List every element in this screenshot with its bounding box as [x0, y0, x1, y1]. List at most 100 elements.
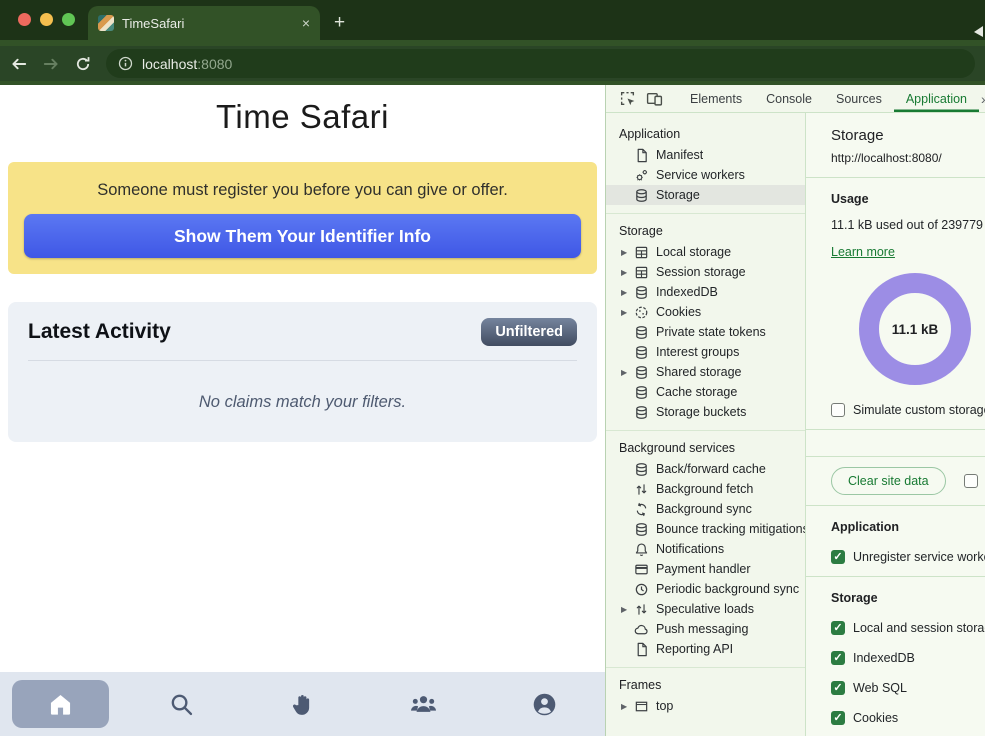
- sidebar-item-shared-storage[interactable]: ▶ Shared storage: [606, 362, 805, 382]
- sidebar-item-periodic-background-sync[interactable]: ▶ Periodic background sync: [606, 579, 805, 599]
- nav-contacts[interactable]: [363, 672, 484, 736]
- home-icon: [47, 691, 74, 718]
- browser-tab[interactable]: TimeSafari ×: [88, 6, 320, 40]
- payment-card-icon: [634, 562, 649, 577]
- sidebar-item-interest-groups[interactable]: ▶ Interest groups: [606, 342, 805, 362]
- unfiltered-button[interactable]: Unfiltered: [481, 318, 577, 346]
- local-session-storage-row: ✓ Local and session storage: [831, 621, 985, 635]
- sidebar-item-indexeddb[interactable]: ▶ IndexedDB: [606, 282, 805, 302]
- nav-profile[interactable]: [484, 672, 605, 736]
- tab-application[interactable]: Application: [894, 85, 979, 112]
- third-party-cookies-checkbox[interactable]: [964, 474, 978, 488]
- sidebar-section-background-services: Background services: [606, 437, 805, 459]
- nav-search[interactable]: [121, 672, 242, 736]
- card-divider: [28, 360, 577, 361]
- new-tab-button[interactable]: +: [334, 12, 345, 34]
- database-icon: [634, 462, 649, 477]
- sidebar-item-background-sync[interactable]: ▶ Background sync: [606, 499, 805, 519]
- minimize-window-button[interactable]: [40, 13, 53, 26]
- section-divider: [606, 667, 805, 668]
- unregister-service-workers-checkbox[interactable]: ✓: [831, 550, 845, 564]
- site-info-icon[interactable]: [118, 56, 133, 71]
- inspect-element-icon[interactable]: [619, 90, 636, 107]
- sidebar-item-bounce-tracking-mitigations[interactable]: ▶ Bounce tracking mitigations: [606, 519, 805, 539]
- expander-icon[interactable]: ▶: [621, 248, 634, 257]
- application-clear-section: Application ✓ Unregister service workers: [806, 506, 985, 576]
- cookies-checkbox[interactable]: ✓: [831, 711, 845, 725]
- local-session-storage-checkbox[interactable]: ✓: [831, 621, 845, 635]
- search-icon: [168, 691, 195, 718]
- address-bar[interactable]: localhost:8080: [106, 49, 975, 78]
- application-section-heading: Application: [831, 520, 985, 534]
- sidebar-item-back-forward-cache[interactable]: ▶ Back/forward cache: [606, 459, 805, 479]
- sidebar-item-storage[interactable]: ▶ Storage: [606, 185, 805, 205]
- usage-text: 11.1 kB used out of 239779 MB: [831, 218, 985, 232]
- devtools-main-panel: Storage http://localhost:8080/ Usage 11.…: [806, 113, 985, 736]
- sidebar-item-notifications[interactable]: ▶ Notifications: [606, 539, 805, 559]
- sidebar-item-storage-buckets[interactable]: ▶ Storage buckets: [606, 402, 805, 422]
- usage-heading: Usage: [831, 192, 985, 206]
- alert-message: Someone must register you before you can…: [24, 181, 581, 200]
- nav-home[interactable]: [0, 672, 121, 736]
- sync-arrows-icon: [634, 502, 649, 517]
- expander-icon[interactable]: ▶: [621, 308, 634, 317]
- table-icon: [634, 245, 649, 260]
- latest-activity-card: Latest Activity Unfiltered No claims mat…: [8, 302, 597, 442]
- up-down-arrows-icon: [634, 482, 649, 497]
- close-window-button[interactable]: [18, 13, 31, 26]
- sidebar-item-reporting-api[interactable]: ▶ Reporting API: [606, 639, 805, 659]
- clear-site-data-button[interactable]: Clear site data: [831, 467, 946, 495]
- sidebar-item-background-fetch[interactable]: ▶ Background fetch: [606, 479, 805, 499]
- tab-elements[interactable]: Elements: [678, 85, 754, 112]
- devtools-tab-bar: Elements Console Sources Application »: [606, 85, 985, 113]
- sidebar-item-speculative-loads[interactable]: ▶ Speculative loads: [606, 599, 805, 619]
- database-icon: [634, 405, 649, 420]
- database-icon: [634, 325, 649, 340]
- reload-icon[interactable]: [74, 55, 92, 73]
- sidebar-item-private-state-tokens[interactable]: ▶ Private state tokens: [606, 322, 805, 342]
- storage-pane-header: Storage http://localhost:8080/: [806, 113, 985, 178]
- unregister-service-workers-row: ✓ Unregister service workers: [831, 550, 985, 564]
- tab-sources[interactable]: Sources: [824, 85, 894, 112]
- zoom-window-button[interactable]: [62, 13, 75, 26]
- sidebar-item-payment-handler[interactable]: ▶ Payment handler: [606, 559, 805, 579]
- expander-icon[interactable]: ▶: [621, 288, 634, 297]
- more-tabs-icon[interactable]: »: [981, 91, 985, 107]
- usage-donut-chart: 11.1 kB: [859, 273, 971, 385]
- section-divider: [606, 213, 805, 214]
- database-icon: [634, 188, 649, 203]
- expander-icon[interactable]: ▶: [621, 702, 634, 711]
- forward-icon[interactable]: [42, 55, 60, 73]
- device-toolbar-icon[interactable]: [646, 90, 663, 107]
- tab-console[interactable]: Console: [754, 85, 824, 112]
- sidebar-item-cookies[interactable]: ▶ Cookies: [606, 302, 805, 322]
- sidebar-item-top-frame[interactable]: ▶ top: [606, 696, 805, 716]
- sidebar-item-push-messaging[interactable]: ▶ Push messaging: [606, 619, 805, 639]
- browser-toolbar: localhost:8080: [0, 40, 985, 85]
- storage-section-heading: Storage: [831, 591, 985, 605]
- learn-more-link[interactable]: Learn more: [831, 245, 895, 259]
- clock-icon: [634, 582, 649, 597]
- latest-activity-heading: Latest Activity: [28, 320, 171, 344]
- show-identifier-info-button[interactable]: Show Them Your Identifier Info: [24, 214, 581, 258]
- home-active-pill: [12, 680, 109, 728]
- expander-icon[interactable]: ▶: [621, 268, 634, 277]
- back-icon[interactable]: [10, 55, 28, 73]
- sidebar-item-session-storage[interactable]: ▶ Session storage: [606, 262, 805, 282]
- tab-close-icon[interactable]: ×: [302, 16, 310, 30]
- storage-origin: http://localhost:8080/: [831, 151, 985, 165]
- sidebar-section-frames: Frames: [606, 674, 805, 696]
- sidebar-item-local-storage[interactable]: ▶ Local storage: [606, 242, 805, 262]
- indexeddb-checkbox[interactable]: ✓: [831, 651, 845, 665]
- sidebar-item-service-workers[interactable]: ▶ Service workers: [606, 165, 805, 185]
- cloud-icon: [634, 622, 649, 637]
- expander-icon[interactable]: ▶: [621, 605, 634, 614]
- sidebar-item-cache-storage[interactable]: ▶ Cache storage: [606, 382, 805, 402]
- web-sql-checkbox[interactable]: ✓: [831, 681, 845, 695]
- simulate-quota-row: Simulate custom storage quota: [831, 403, 985, 417]
- simulate-quota-checkbox[interactable]: [831, 403, 845, 417]
- sidebar-item-manifest[interactable]: ▶ Manifest: [606, 145, 805, 165]
- expander-icon[interactable]: ▶: [621, 368, 634, 377]
- nav-projects[interactable]: [242, 672, 363, 736]
- hand-icon: [289, 691, 316, 718]
